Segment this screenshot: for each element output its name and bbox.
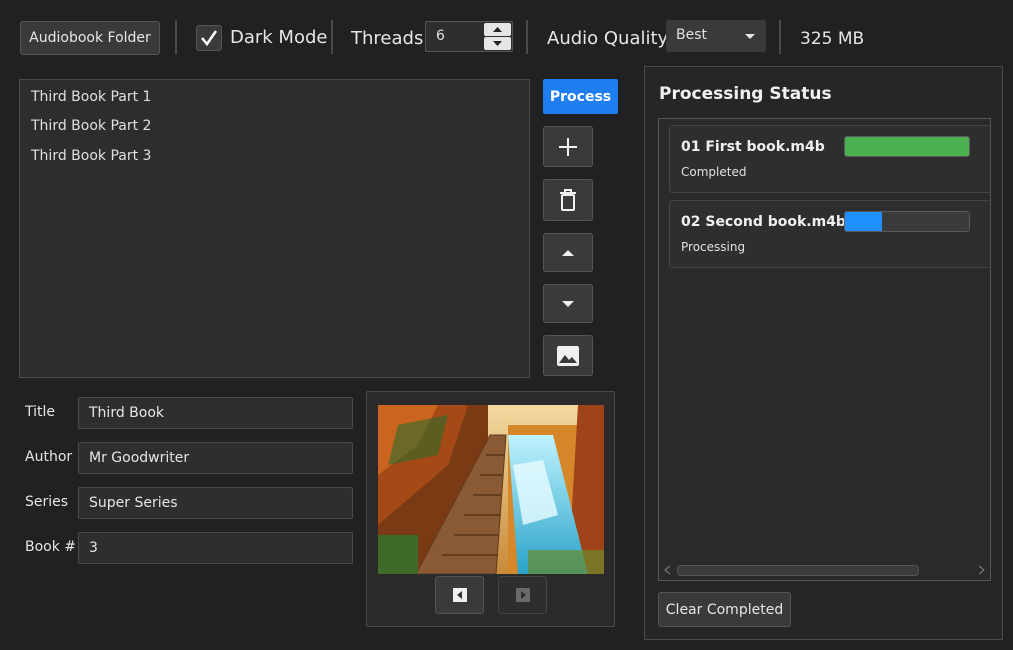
job-progress-fill [845, 137, 969, 156]
job-name: 01 First book.m4b [681, 139, 825, 155]
job-list[interactable]: 01 First book.m4b Completed 02 Second bo… [658, 118, 991, 581]
processing-heading: Processing Status [659, 84, 832, 104]
job-card: 01 First book.m4b Completed [669, 125, 990, 193]
series-label: Series [25, 494, 69, 510]
arrow-up-icon [562, 249, 574, 256]
cover-image [378, 405, 604, 574]
image-icon [557, 345, 579, 366]
move-up-button[interactable] [543, 233, 593, 272]
delete-button[interactable] [543, 179, 593, 221]
job-status: Completed [681, 165, 747, 179]
scroll-right-icon[interactable] [976, 565, 986, 575]
toolbar-separator [175, 20, 177, 54]
job-name: 02 Second book.m4b [681, 214, 846, 230]
threads-increment-button[interactable] [484, 23, 511, 36]
title-field[interactable]: Third Book [78, 397, 353, 429]
audio-quality-value: Best [676, 27, 708, 43]
job-progress-fill [845, 212, 883, 231]
next-image-button[interactable] [498, 576, 547, 614]
dark-mode-label: Dark Mode [230, 27, 328, 48]
audio-quality-select[interactable]: Best [666, 20, 766, 52]
clear-completed-button[interactable]: Clear Completed [658, 592, 791, 627]
toolbar-separator [779, 20, 781, 54]
horizontal-scrollbar[interactable] [659, 560, 990, 580]
job-card: 02 Second book.m4b Processing [669, 200, 990, 268]
author-label: Author [25, 449, 73, 465]
previous-image-button[interactable] [435, 576, 484, 614]
image-button[interactable] [543, 335, 593, 376]
plus-icon [559, 137, 577, 156]
threads-value[interactable]: 6 [436, 28, 445, 44]
series-field[interactable]: Super Series [78, 487, 353, 519]
list-item[interactable]: Third Book Part 3 [31, 148, 151, 164]
threads-spinbox[interactable]: 6 [425, 21, 513, 52]
scroll-left-icon[interactable] [663, 565, 673, 575]
list-item[interactable]: Third Book Part 1 [31, 89, 151, 105]
processing-panel: Processing Status 01 First book.m4b Comp… [644, 66, 1003, 640]
checkmark-icon [201, 30, 218, 47]
arrow-down-icon [493, 41, 502, 46]
cover-panel [366, 391, 615, 627]
job-progress-bar [844, 211, 970, 232]
job-status: Processing [681, 240, 746, 254]
job-progress-bar [844, 136, 970, 157]
audiobook-folder-button[interactable]: Audiobook Folder [20, 21, 160, 55]
scrollbar-thumb[interactable] [677, 565, 919, 576]
arrow-down-icon [562, 300, 574, 307]
threads-decrement-button[interactable] [484, 37, 511, 50]
move-down-button[interactable] [543, 284, 593, 323]
author-field[interactable]: Mr Goodwriter [78, 442, 353, 474]
arrow-up-icon [493, 27, 502, 32]
toolbar-separator [526, 20, 528, 54]
toolbar-separator [331, 20, 333, 54]
audio-quality-label: Audio Quality [547, 28, 669, 49]
list-item[interactable]: Third Book Part 2 [31, 118, 151, 134]
file-list[interactable]: Third Book Part 1 Third Book Part 2 Thir… [19, 79, 530, 378]
threads-label: Threads [351, 28, 424, 49]
add-button[interactable] [543, 126, 593, 167]
chevron-down-icon [745, 34, 755, 39]
book-number-field[interactable]: 3 [78, 532, 353, 564]
chevron-left-icon [452, 588, 467, 602]
trash-icon [560, 189, 576, 211]
process-button[interactable]: Process [543, 79, 618, 114]
chevron-right-icon [515, 588, 530, 602]
book-number-label: Book # [25, 539, 77, 555]
title-label: Title [25, 404, 56, 420]
size-label: 325 MB [800, 29, 865, 49]
dark-mode-checkbox[interactable] [196, 25, 222, 51]
